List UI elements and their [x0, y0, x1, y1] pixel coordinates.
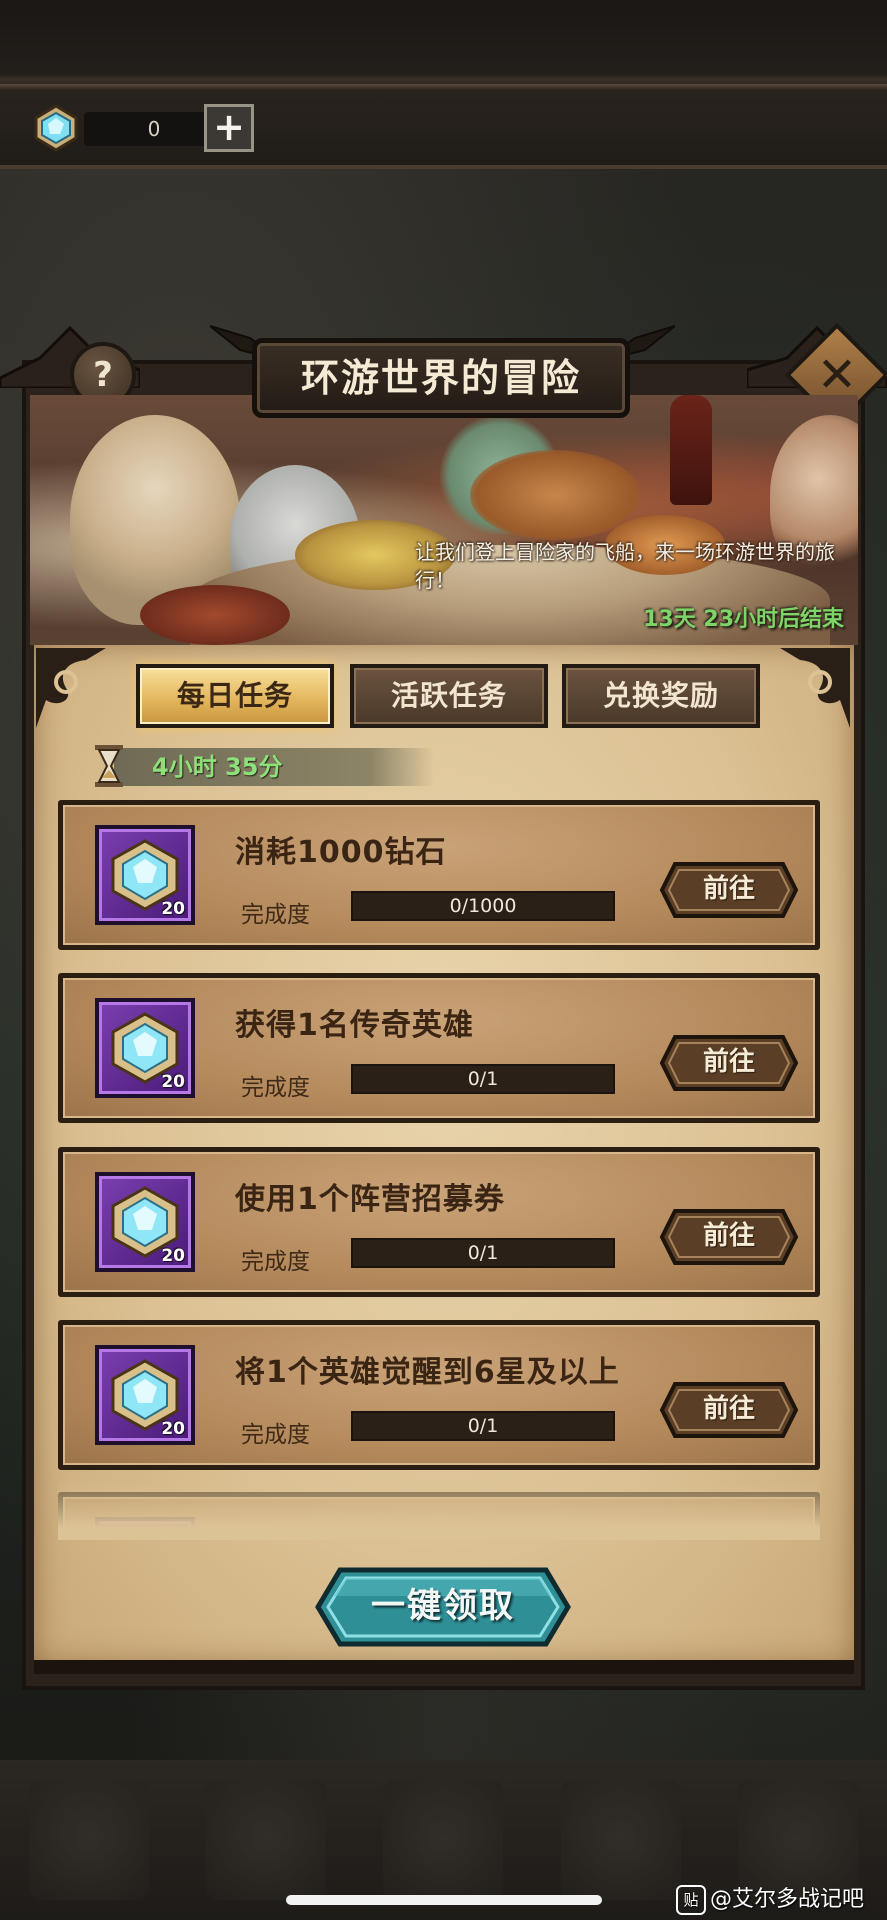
progress-text: 0/1	[467, 1242, 499, 1264]
watermark-text: @艾尔多战记吧	[710, 1887, 865, 1912]
diamond-amount: 0	[84, 112, 224, 146]
progress-bar: 0/1000	[351, 891, 615, 921]
progress-text: 0/1000	[449, 895, 517, 917]
event-countdown: 13天 23小时后结束	[643, 607, 844, 632]
tab-active-tasks[interactable]: 活跃任务	[350, 664, 548, 728]
hourglass-icon	[95, 745, 123, 787]
progress-text: 0/1	[467, 1415, 499, 1437]
task-card: 20 获得1名传奇英雄 完成度 0/1 前往	[58, 973, 820, 1123]
task-card: 20 使用1个阵营招募券 完成度 0/1 前往	[58, 1147, 820, 1297]
list-scroll-fade	[58, 1480, 820, 1540]
go-button-label: 前往	[702, 1221, 755, 1251]
task-title: 使用1个阵营招募券	[235, 1182, 505, 1217]
reward-quantity: 20	[161, 1246, 185, 1266]
task-card: 20 将1个英雄觉醒到6星及以上 完成度 0/1 前往	[58, 1320, 820, 1470]
go-button-label: 前往	[702, 1394, 755, 1424]
progress-label: 完成度	[241, 1422, 310, 1448]
go-button-label: 前往	[702, 1047, 755, 1077]
go-button[interactable]: 前往	[659, 1208, 799, 1266]
corner-ornament-right	[780, 648, 850, 728]
tieba-logo-icon: 贴	[676, 1885, 706, 1915]
reward-quantity: 20	[161, 1419, 185, 1439]
progress-text: 0/1	[467, 1068, 499, 1090]
add-diamond-button[interactable]: +	[204, 104, 254, 152]
task-title: 将1个英雄觉醒到6星及以上	[235, 1355, 620, 1390]
diamond-icon	[34, 104, 78, 152]
corner-ornament-left	[36, 648, 106, 728]
claim-all-button[interactable]: 一键领取	[314, 1566, 572, 1648]
progress-bar: 0/1	[351, 1411, 615, 1441]
reward-quantity: 20	[161, 1072, 185, 1092]
reward-item[interactable]: 20	[95, 825, 195, 925]
reward-item[interactable]: 20	[95, 1172, 195, 1272]
home-indicator[interactable]	[286, 1895, 602, 1905]
task-title: 消耗1000钻石	[235, 835, 447, 870]
go-button[interactable]: 前往	[659, 861, 799, 919]
progress-label: 完成度	[241, 1249, 310, 1275]
go-button[interactable]: 前往	[659, 1381, 799, 1439]
task-title: 获得1名传奇英雄	[235, 1008, 474, 1043]
task-list[interactable]: 20 消耗1000钻石 完成度 0/1000 前往 20 获得1名传奇英雄 完成…	[58, 800, 820, 1530]
diamond-counter: 0 +	[32, 104, 254, 152]
tab-daily-tasks[interactable]: 每日任务	[136, 664, 334, 728]
event-banner: 让我们登上冒险家的飞船，来一场环游世界的旅行！ 13天 23小时后结束	[30, 395, 858, 645]
timer-text: 4小时 35分	[152, 753, 283, 781]
progress-bar: 0/1	[351, 1238, 615, 1268]
parchment-bottom-edge	[34, 1660, 854, 1674]
task-card: 20 消耗1000钻石 完成度 0/1000 前往	[58, 800, 820, 950]
progress-label: 完成度	[241, 902, 310, 928]
reward-quantity: 20	[161, 899, 185, 919]
reward-item[interactable]: 20	[95, 1345, 195, 1445]
tab-exchange-rewards[interactable]: 兑换奖励	[562, 664, 760, 728]
progress-bar: 0/1	[351, 1064, 615, 1094]
event-description: 让我们登上冒险家的飞船，来一场环游世界的旅行！	[415, 540, 835, 592]
go-button-label: 前往	[702, 874, 755, 904]
watermark: 贴 @艾尔多战记吧	[676, 1880, 864, 1920]
reward-item[interactable]: 20	[95, 998, 195, 1098]
panel-title: 环游世界的冒险	[300, 356, 581, 400]
daily-reset-timer: 4小时 35分	[92, 744, 434, 788]
progress-label: 完成度	[241, 1075, 310, 1101]
panel-title-plate: 环游世界的冒险	[252, 338, 630, 418]
claim-all-label: 一键领取	[371, 1586, 515, 1626]
go-button[interactable]: 前往	[659, 1034, 799, 1092]
